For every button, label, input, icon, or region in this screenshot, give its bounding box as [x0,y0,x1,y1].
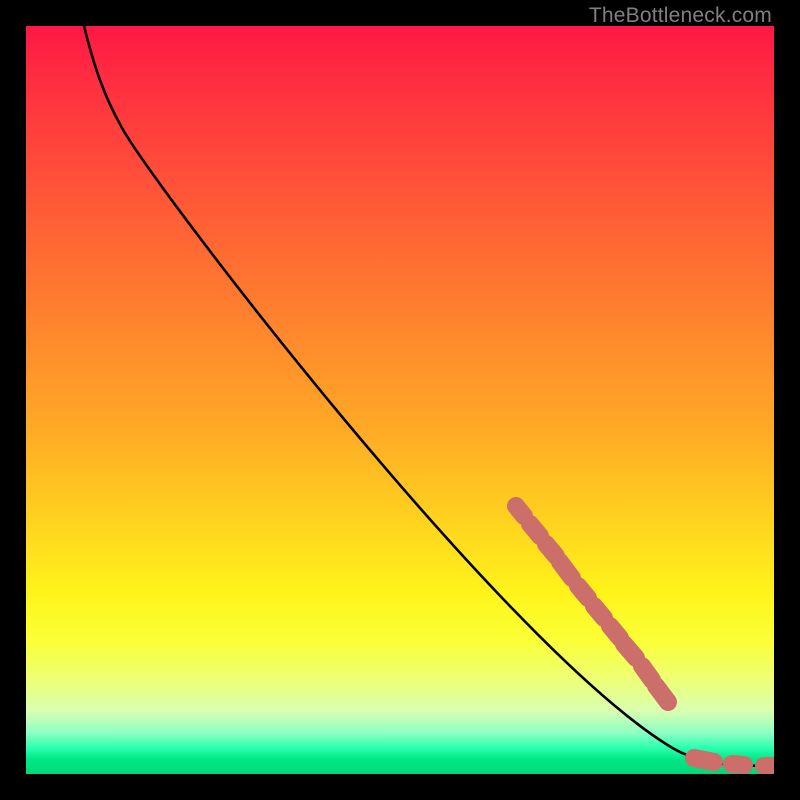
plot-area [26,26,774,774]
highlight-dots-upper [516,506,668,702]
chart-frame: TheBottleneck.com [0,0,800,800]
bottleneck-curve [84,26,774,766]
highlight-dots-lower [694,758,772,766]
watermark-text: TheBottleneck.com [589,4,772,28]
chart-svg [26,26,774,774]
